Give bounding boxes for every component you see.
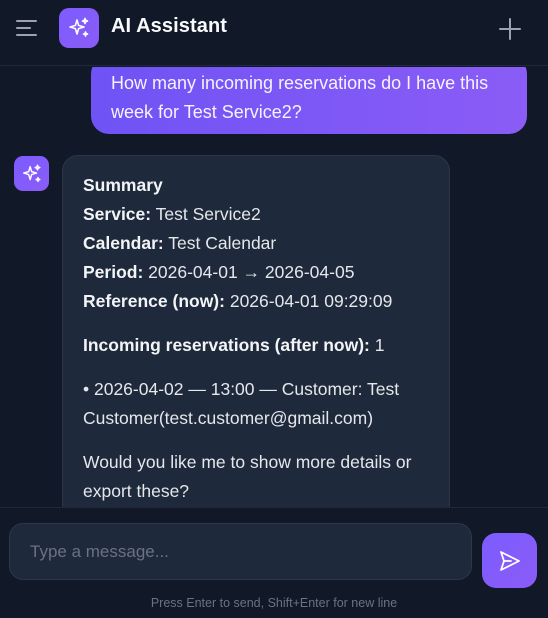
- sparkles-icon: [22, 164, 41, 182]
- send-icon: [499, 550, 520, 571]
- calendar-row: Calendar: Test Calendar: [83, 233, 277, 253]
- input-hint: Press Enter to send, Shift+Enter for new…: [150, 596, 398, 610]
- app-title: AI Assistant: [111, 15, 228, 37]
- plus-icon[interactable]: [497, 16, 523, 42]
- message-list[interactable]: How many incoming reservations do I have…: [0, 67, 548, 507]
- assistant-avatar: [14, 156, 49, 191]
- incoming-count-row: Incoming reservations (after now): 1: [83, 335, 385, 355]
- composer: Press Enter to send, Shift+Enter for new…: [0, 507, 548, 618]
- sparkles-icon: [59, 8, 99, 48]
- send-button[interactable]: [482, 533, 537, 588]
- header: AI Assistant: [0, 0, 548, 66]
- assistant-message: Summary Service: Test Service2 Calendar:…: [62, 155, 450, 507]
- message-input[interactable]: [9, 523, 472, 580]
- reservation-item: • 2026-04-02 — 13:00 — Customer: Test Cu…: [83, 379, 400, 428]
- period-row: Period: 2026-04-01 → 2026-04-05: [83, 262, 355, 282]
- menu-icon[interactable]: [14, 17, 40, 39]
- followup-question: Would you like me to show more details o…: [83, 452, 412, 501]
- chat-app: AI Assistant How many incoming reservati…: [0, 0, 548, 618]
- user-message: How many incoming reservations do I have…: [91, 67, 527, 134]
- service-row: Service: Test Service2: [83, 204, 261, 224]
- summary-heading: Summary: [83, 175, 163, 195]
- reference-row: Reference (now): 2026-04-01 09:29:09: [83, 291, 393, 311]
